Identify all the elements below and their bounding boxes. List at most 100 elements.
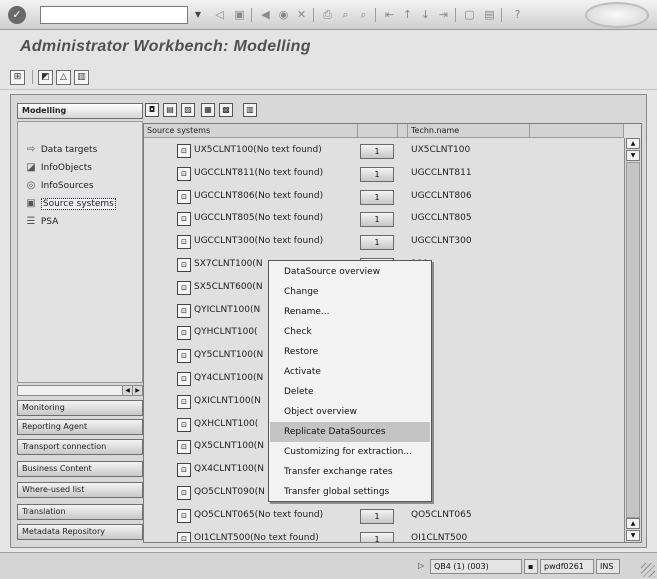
save-icon[interactable]: ▣ [232,7,247,22]
previous-page-icon[interactable]: ↑ [400,7,415,22]
source-system-name[interactable]: QYHCLNT100( [194,327,258,337]
back-icon[interactable]: ◀ [258,7,273,22]
column-header-count[interactable] [358,124,398,138]
table-row[interactable]: ⊡ UGCCLNT805(No text found) 1 UGCCLNT805 [144,208,624,231]
first-page-icon[interactable]: ⇤ [382,7,397,22]
enter-icon[interactable]: ✓ [8,6,26,24]
print-icon[interactable]: ⎙ [320,7,335,22]
source-system-name[interactable]: QO5CLNT090(N [194,487,265,497]
datasource-count-button[interactable]: 1 [360,189,394,205]
source-system-name[interactable]: UGCCLNT811(No text found) [194,168,323,178]
menu-item[interactable]: Transfer exchange rates [270,462,430,482]
details-icon[interactable]: ▦ [201,103,215,117]
object-icon[interactable]: ◩ [38,70,53,85]
datasource-count-button[interactable]: 1 [360,508,394,524]
nav-section-monitoring[interactable]: Monitoring [17,400,143,416]
nav-section-reporting-agent[interactable]: Reporting Agent [17,419,143,435]
find-next-icon[interactable]: ⌕ [356,7,371,22]
source-system-name[interactable]: UGCCLNT805(No text found) [194,213,323,223]
nav-section-where-used-list[interactable]: Where-used list [17,482,143,498]
check-icon[interactable]: ▨ [181,103,195,117]
status-expand-icon[interactable]: ▷ [418,561,424,570]
back-arrow-icon[interactable]: ◁ [212,7,227,22]
scroll-up-icon[interactable]: ▲ [626,138,640,149]
display-icon[interactable]: ◘ [145,103,159,117]
nav-section-business-content[interactable]: Business Content [17,461,143,477]
menu-item[interactable]: Delete [270,382,430,402]
find-icon[interactable]: ⌕ [338,7,353,22]
menu-item[interactable]: Transfer global settings [270,482,430,502]
menu-item[interactable]: Activate [270,362,430,382]
new-session-icon[interactable]: ▢ [462,7,477,22]
table-vertical-scrollbar[interactable]: ▲ ▼ ▲ ▼ [624,138,641,542]
cancel-icon[interactable]: ✕ [294,7,309,22]
layout-icon[interactable]: ▥ [243,103,257,117]
tree-toggle-icon[interactable]: ⊞ [10,70,25,85]
resize-grip-icon[interactable] [641,563,655,577]
nav-section-transport-connection[interactable]: Transport connection [17,439,143,455]
source-system-name[interactable]: SX5CLNT600(N [194,282,263,292]
source-system-name[interactable]: QX4CLNT100(N [194,464,264,474]
tree-item-infosources[interactable]: ◎ InfoSources [24,178,94,194]
column-header-techn-name[interactable]: Techn.name [408,124,530,138]
source-system-name[interactable]: QXHCLNT100( [194,419,258,429]
source-system-name[interactable]: OI1CLNT500(No text found) [194,533,319,542]
menu-item[interactable]: Customizing for extraction... [270,442,430,462]
table-row[interactable]: ⊡ UGCCLNT811(No text found) 1 UGCCLNT811 [144,163,624,186]
menu-item[interactable]: Replicate DataSources [270,422,430,442]
status-session-icon[interactable]: ▪ [524,559,538,574]
source-system-name[interactable]: QYICLNT100(N [194,305,260,315]
scroll-bottom-icon[interactable]: ▼ [626,530,640,541]
source-system-name[interactable]: UX5CLNT100(No text found) [194,145,322,155]
datasource-count-button[interactable]: 1 [360,212,394,228]
scroll-page-up-icon[interactable]: ▲ [626,518,640,529]
menu-item[interactable]: Change [270,282,430,302]
tree-item-source-systems[interactable]: ▣ Source systems [24,196,116,212]
command-field[interactable] [40,6,188,24]
command-history-icon[interactable]: ▼ [192,8,204,22]
tree-item-psa[interactable]: ☰ PSA [24,214,59,230]
tree-item-infoobjects[interactable]: ◪ InfoObjects [24,160,92,176]
source-system-name[interactable]: QY4CLNT100(N [194,373,263,383]
hierarchy-icon[interactable]: △ [56,70,71,85]
next-page-icon[interactable]: ↓ [418,7,433,22]
menu-item[interactable]: Object overview [270,402,430,422]
save-layout-icon[interactable]: ▥ [74,70,89,85]
column-header-source-systems[interactable]: Source systems [144,124,358,138]
source-system-name[interactable]: UGCCLNT300(No text found) [194,236,323,246]
help-icon[interactable]: ? [510,7,525,22]
table-row[interactable]: ⊡ UX5CLNT100(No text found) 1 UX5CLNT100 [144,140,624,163]
menu-item[interactable]: DataSource overview [270,262,430,282]
source-system-name[interactable]: QO5CLNT065(No text found) [194,510,323,520]
filter-icon[interactable]: ▩ [219,103,233,117]
menu-item[interactable]: Restore [270,342,430,362]
datasource-count-button[interactable]: 1 [360,144,394,159]
exit-icon[interactable]: ◉ [276,7,291,22]
scroll-thumb[interactable] [626,162,640,518]
status-mode[interactable]: INS [596,559,620,574]
datasource-count-button[interactable]: 1 [360,531,394,542]
tree-item-data-targets[interactable]: ⇨ Data targets [24,142,97,158]
source-system-name[interactable]: SX7CLNT100(N [194,259,263,269]
menu-item[interactable]: Rename... [270,302,430,322]
menu-item[interactable]: Check [270,322,430,342]
table-row[interactable]: ⊡ QO5CLNT065(No text found) 1 QO5CLNT065 [144,505,624,528]
table-row[interactable]: ⊡ UGCCLNT806(No text found) 1 UGCCLNT806 [144,186,624,209]
change-icon[interactable]: ▤ [163,103,177,117]
nav-section-translation[interactable]: Translation [17,504,143,520]
table-row[interactable]: ⊡ UGCCLNT300(No text found) 1 UGCCLNT300 [144,231,624,254]
source-system-name[interactable]: QY5CLNT100(N [194,350,263,360]
table-row[interactable]: ⊡ OI1CLNT500(No text found) 1 OI1CLNT500 [144,528,624,542]
source-system-name[interactable]: QXICLNT100(N [194,396,261,406]
shortcut-icon[interactable]: ▤ [482,7,497,22]
nav-horizontal-scrollbar[interactable]: ◀ ▶ [17,385,143,396]
source-system-name[interactable]: QX5CLNT100(N [194,441,264,451]
datasource-count-button[interactable]: 1 [360,235,394,251]
datasource-count-button[interactable]: 1 [360,166,394,182]
source-system-name[interactable]: UGCCLNT806(No text found) [194,191,323,201]
scroll-down-icon[interactable]: ▼ [626,150,640,161]
scroll-left-icon[interactable]: ◀ [122,386,132,395]
nav-section-metadata-repository[interactable]: Metadata Repository [17,524,143,540]
scroll-right-icon[interactable]: ▶ [132,386,142,395]
nav-section-modelling[interactable]: Modelling [17,103,143,119]
